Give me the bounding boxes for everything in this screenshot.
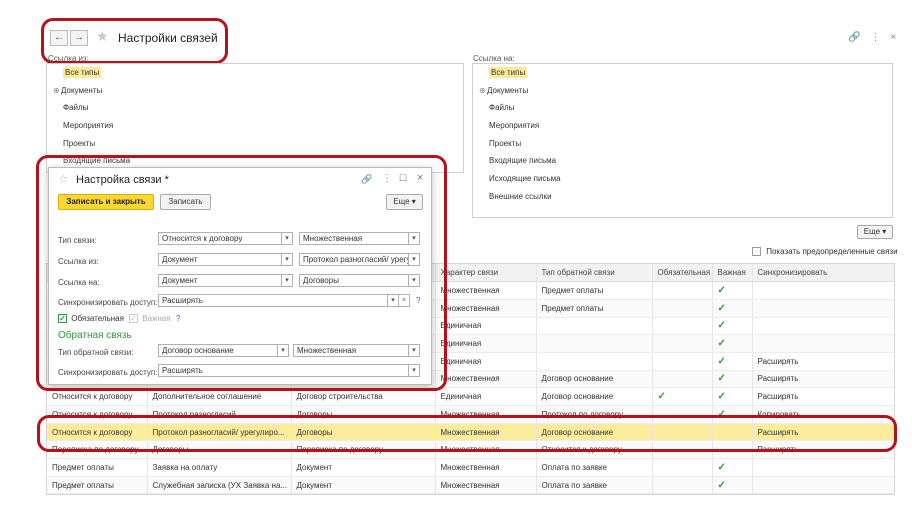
cell-reverse-type bbox=[536, 334, 653, 353]
cell-nature: Множественная bbox=[435, 299, 537, 318]
cell-required bbox=[652, 370, 713, 389]
cell-reverse-type bbox=[536, 352, 653, 371]
table-row[interactable]: Предмет оплаты Заявка на оплату Документ Мн… bbox=[47, 458, 894, 477]
table-row[interactable]: Предмет оплаты Служебная записка (УХ Заяв… bbox=[47, 476, 894, 494]
list-item[interactable]: Исходящие письма bbox=[473, 170, 892, 188]
cell-nature: Множественная bbox=[435, 458, 537, 477]
list-item[interactable]: Входящие письма bbox=[473, 152, 892, 170]
right-panel-label: Ссылка на: bbox=[473, 54, 515, 63]
list-item[interactable]: Файлы bbox=[473, 99, 892, 117]
cell-sync bbox=[752, 281, 894, 300]
checkmark-icon: ✓ bbox=[717, 320, 726, 332]
list-item[interactable]: Все типы bbox=[47, 64, 463, 82]
menu-icon[interactable]: ⋮ bbox=[870, 32, 880, 43]
annotation-frame-dialog bbox=[36, 155, 447, 391]
list-item[interactable]: Внешние ссылки bbox=[473, 188, 892, 206]
cell-sync bbox=[752, 458, 894, 477]
cell-sync bbox=[752, 299, 894, 318]
cell-sync bbox=[752, 334, 894, 353]
cell-sync: Расширять bbox=[752, 352, 894, 371]
cell-required bbox=[652, 458, 713, 477]
cell-reverse-type bbox=[536, 317, 653, 336]
cell-nature: Единичная bbox=[435, 317, 537, 336]
list-item[interactable]: Проекты bbox=[473, 135, 892, 153]
cell-link-type: Предмет оплаты bbox=[47, 458, 148, 477]
cell-important: ✓ bbox=[712, 334, 753, 353]
cell-required bbox=[652, 299, 713, 318]
right-type-list[interactable]: Все типы ⊕Документы Файлы Мероприятия Пр… bbox=[472, 63, 893, 218]
close-icon[interactable]: × bbox=[890, 32, 896, 43]
list-item[interactable]: Файлы bbox=[47, 99, 463, 117]
cell-required bbox=[652, 476, 713, 494]
list-item[interactable]: ⊕Документы bbox=[47, 82, 463, 100]
cell-reverse-type: Предмет оплаты bbox=[536, 281, 653, 300]
cell-important: ✓ bbox=[712, 370, 753, 389]
cell-important: ✓ bbox=[712, 281, 753, 300]
cell-reverse-type: Предмет оплаты bbox=[536, 299, 653, 318]
list-item[interactable]: Все типы bbox=[473, 64, 892, 82]
cell-sync bbox=[752, 317, 894, 336]
cell-nature: Единичная bbox=[435, 352, 537, 371]
expand-icon[interactable]: ⊕ bbox=[479, 82, 487, 100]
checkmark-icon: ✓ bbox=[717, 285, 726, 297]
cell-important: ✓ bbox=[712, 476, 753, 494]
show-predefined-label: Показать предопределенные связи bbox=[766, 247, 898, 256]
checkmark-icon: ✓ bbox=[717, 355, 726, 367]
list-item[interactable]: Мероприятия bbox=[473, 117, 892, 135]
cell-nature: Единичная bbox=[435, 334, 537, 353]
cell-important: ✓ bbox=[712, 317, 753, 336]
cell-sync: Расширять bbox=[752, 387, 894, 406]
col-header-important[interactable]: Важная bbox=[712, 264, 753, 283]
checkmark-icon: ✓ bbox=[717, 461, 726, 473]
header-actions: 🔗 ⋮ × bbox=[838, 32, 896, 43]
show-predefined-checkbox[interactable] bbox=[752, 247, 761, 257]
cell-link-type: Предмет оплаты bbox=[47, 476, 148, 494]
link-icon[interactable]: 🔗 bbox=[848, 32, 860, 43]
cell-reverse-type: Договор основание bbox=[536, 387, 653, 406]
checkmark-icon: ✓ bbox=[717, 391, 726, 403]
cell-reverse-type: Оплата по заявке bbox=[536, 458, 653, 477]
col-header-reverse[interactable]: Тип обратной связи bbox=[536, 264, 653, 283]
cell-nature: Единичная bbox=[435, 387, 537, 406]
cell-important: ✓ bbox=[712, 458, 753, 477]
cell-required bbox=[652, 281, 713, 300]
cell-nature: Множественная bbox=[435, 370, 537, 389]
checkmark-icon: ✓ bbox=[717, 302, 726, 314]
checkmark-icon: ✓ bbox=[717, 338, 726, 350]
checkmark-icon: ✓ bbox=[717, 373, 726, 385]
checkmark-icon: ✓ bbox=[657, 391, 666, 403]
cell-required: ✓ bbox=[652, 387, 713, 406]
cell-to: Документ bbox=[291, 458, 436, 477]
checkmark-icon: ✓ bbox=[717, 479, 726, 491]
more-button[interactable]: Еще ▾ bbox=[857, 225, 893, 239]
cell-reverse-type: Оплата по заявке bbox=[536, 476, 653, 494]
col-header-sync[interactable]: Синхронизировать bbox=[752, 264, 894, 283]
cell-reverse-type: Договор основание bbox=[536, 370, 653, 389]
cell-to: Документ bbox=[291, 476, 436, 494]
cell-sync bbox=[752, 476, 894, 494]
cell-required bbox=[652, 352, 713, 371]
show-predefined-toggle[interactable]: Показать предопределенные связи bbox=[752, 247, 898, 257]
cell-sync: Расширять bbox=[752, 370, 894, 389]
list-item[interactable]: Проекты bbox=[47, 135, 463, 153]
cell-important: ✓ bbox=[712, 352, 753, 371]
cell-required bbox=[652, 334, 713, 353]
left-panel-label: Ссылка из: bbox=[48, 54, 89, 63]
cell-from: Заявка на оплату bbox=[147, 458, 292, 477]
col-header-nature[interactable]: Характер связи bbox=[435, 264, 537, 283]
expand-icon[interactable]: ⊕ bbox=[53, 82, 61, 100]
cell-from: Служебная записка (УХ Заявка на... bbox=[147, 476, 292, 494]
cell-required bbox=[652, 317, 713, 336]
annotation-frame-row bbox=[37, 415, 897, 452]
cell-important: ✓ bbox=[712, 299, 753, 318]
cell-nature: Множественная bbox=[435, 281, 537, 300]
list-item[interactable]: ⊕Документы bbox=[473, 82, 892, 100]
cell-nature: Множественная bbox=[435, 476, 537, 494]
cell-important: ✓ bbox=[712, 387, 753, 406]
list-item[interactable]: Мероприятия bbox=[47, 117, 463, 135]
col-header-required[interactable]: Обязательная bbox=[652, 264, 713, 283]
